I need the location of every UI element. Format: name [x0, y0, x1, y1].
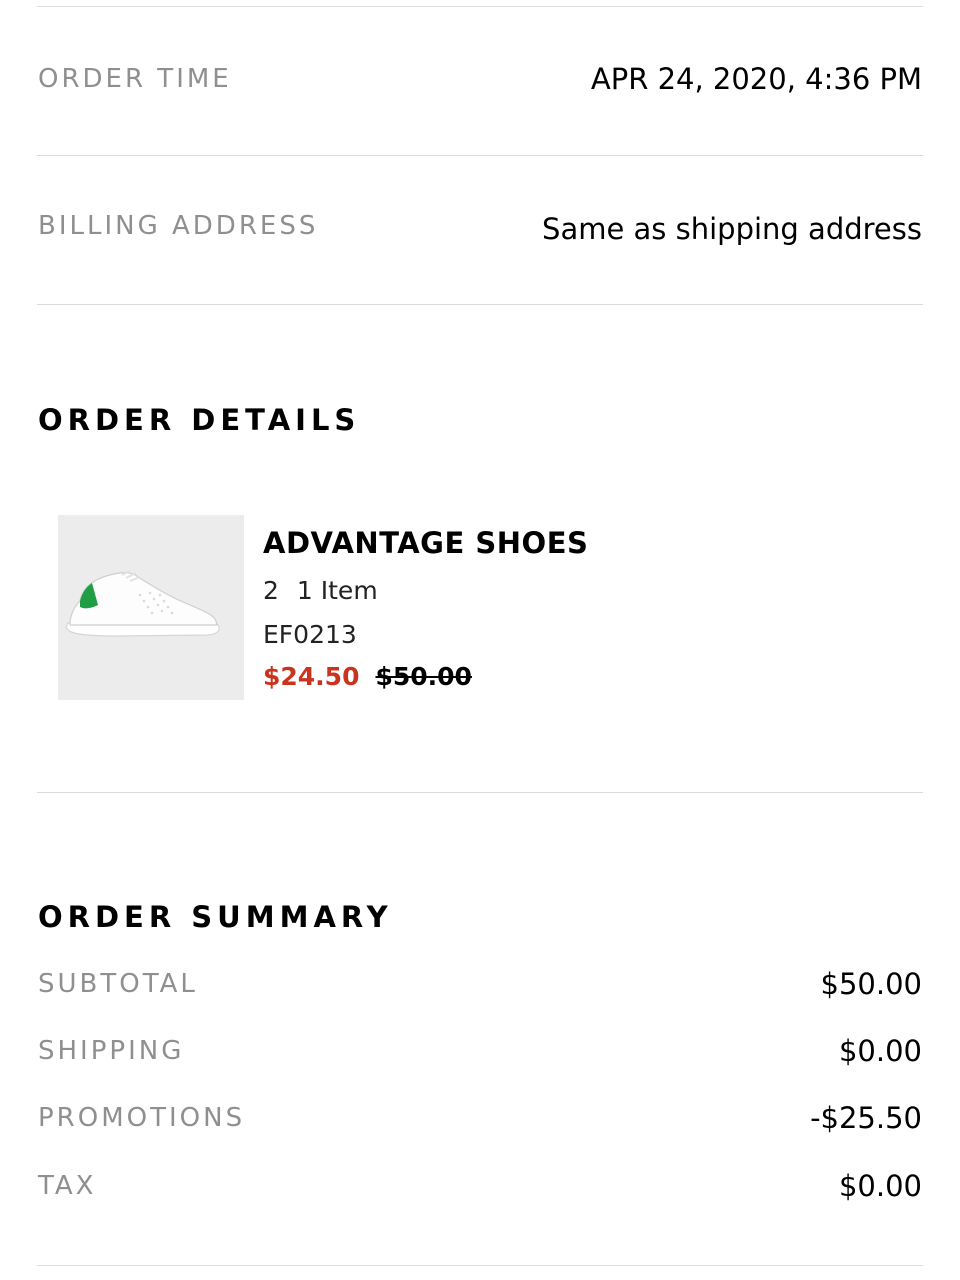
subtotal-label: SUBTOTAL — [38, 969, 198, 999]
tax-value: $0.00 — [838, 1169, 922, 1203]
subtotal-value: $50.00 — [820, 967, 922, 1001]
product-image[interactable] — [58, 515, 244, 700]
billing-address-value: Same as shipping address — [542, 212, 922, 246]
order-time-value: APR 24, 2020, 4:36 PM — [590, 62, 922, 96]
sneaker-icon — [65, 570, 220, 637]
original-price: $50.00 — [375, 662, 472, 691]
order-details-heading: ORDER DETAILS — [38, 403, 361, 437]
product-price: $24.50 $50.00 — [263, 662, 472, 691]
tax-label: TAX — [38, 1171, 97, 1201]
product-size: 2 — [263, 576, 279, 605]
product-name[interactable]: ADVANTAGE SHOES — [263, 526, 588, 560]
shipping-value: $0.00 — [838, 1034, 922, 1068]
sale-price: $24.50 — [263, 662, 360, 691]
order-time-label: ORDER TIME — [38, 64, 232, 94]
promotions-label: PROMOTIONS — [38, 1103, 246, 1133]
divider-billing-address — [37, 304, 923, 305]
billing-address-label: BILLING ADDRESS — [38, 211, 319, 241]
order-summary-heading: ORDER SUMMARY — [38, 900, 393, 934]
shipping-label: SHIPPING — [38, 1036, 185, 1066]
product-size-quantity: 2 1 Item — [263, 576, 378, 605]
divider-order-summary — [37, 1265, 923, 1266]
divider-order-time — [37, 155, 923, 156]
divider-top — [37, 6, 923, 7]
product-sku: EF0213 — [263, 620, 357, 649]
divider-order-details — [37, 792, 923, 793]
product-quantity: 1 Item — [296, 576, 378, 605]
promotions-value: -$25.50 — [810, 1101, 922, 1135]
